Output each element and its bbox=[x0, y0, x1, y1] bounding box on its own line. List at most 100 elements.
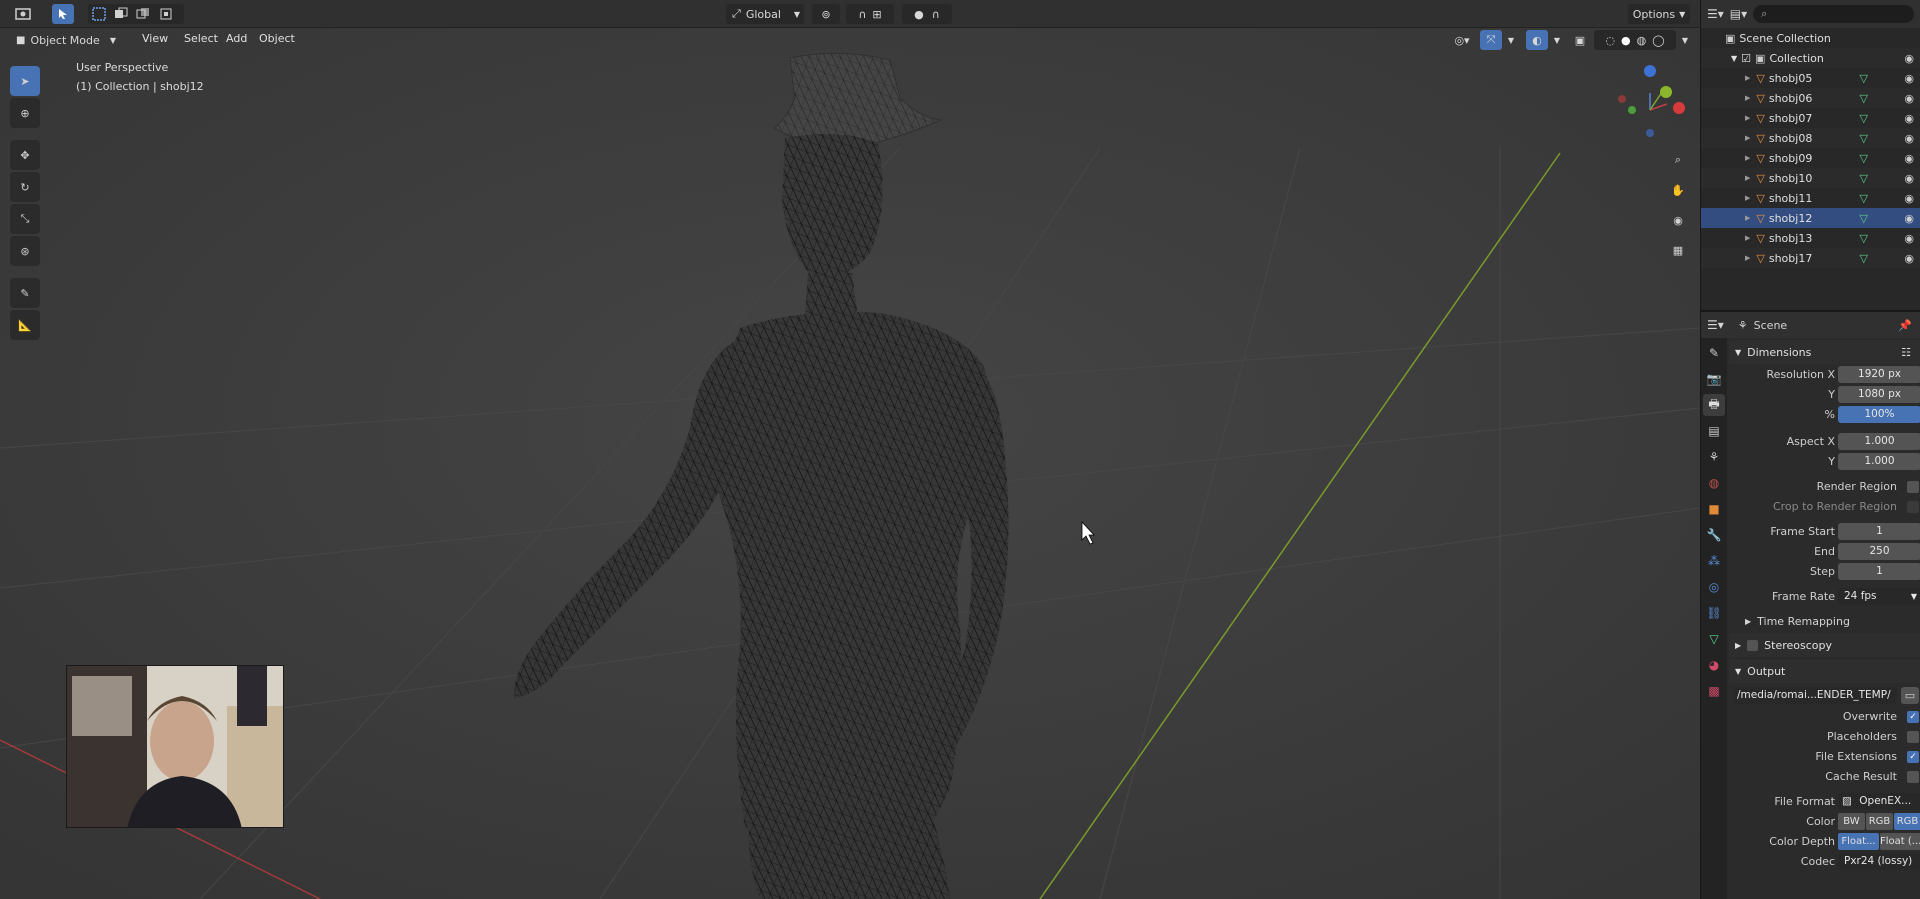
eye-icon[interactable]: ◉ bbox=[1904, 192, 1914, 205]
menu-view[interactable]: View bbox=[138, 30, 172, 48]
resolution-y-field[interactable]: 1080 px bbox=[1838, 386, 1920, 403]
color-depth-full-option[interactable]: Float (... bbox=[1880, 833, 1920, 850]
outliner-object-row[interactable]: ▶ ▽ shobj07 ▽ ◉ bbox=[1701, 108, 1920, 128]
folder-icon[interactable]: ▭ bbox=[1901, 686, 1919, 704]
expand-arrow-icon[interactable]: ▶ bbox=[1745, 254, 1750, 262]
menu-add[interactable]: Add bbox=[222, 30, 251, 48]
checkbox-icon[interactable]: ☑ bbox=[1741, 52, 1751, 65]
snapping-group[interactable]: ∩ ⊞ bbox=[846, 4, 894, 24]
mesh-data-icon[interactable]: ▽ bbox=[1860, 72, 1868, 85]
expand-arrow-icon[interactable]: ▶ bbox=[1745, 234, 1750, 242]
outliner-object-row[interactable]: ▶ ▽ shobj06 ▽ ◉ bbox=[1701, 88, 1920, 108]
world-tab-icon[interactable]: ◍ bbox=[1703, 472, 1725, 494]
expand-arrow-icon[interactable]: ▶ bbox=[1745, 134, 1750, 142]
z-axis-icon[interactable] bbox=[1644, 65, 1656, 77]
outliner-scene-collection[interactable]: ▣ Scene Collection bbox=[1701, 28, 1920, 48]
view-layer-tab-icon[interactable]: ▤ bbox=[1703, 420, 1725, 442]
collapse-arrow-icon[interactable]: ▼ bbox=[1731, 54, 1737, 63]
eye-icon[interactable]: ◉ bbox=[1904, 172, 1914, 185]
expand-arrow-icon[interactable]: ▶ bbox=[1745, 174, 1750, 182]
outliner-editor-icon[interactable]: ☰▾ bbox=[1707, 7, 1724, 21]
measure-tool[interactable]: 📐 bbox=[10, 310, 40, 340]
xray-toggle[interactable]: ▣ bbox=[1570, 30, 1590, 50]
rotate-tool[interactable]: ↻ bbox=[10, 172, 40, 202]
resolution-percent-field[interactable]: 100% bbox=[1838, 406, 1920, 423]
select-mode-group[interactable] bbox=[88, 4, 184, 24]
transform-orientation-dropdown[interactable]: ⤢ Global ▼ bbox=[726, 4, 804, 24]
outliner-object-row[interactable]: ▶ ▽ shobj09 ▽ ◉ bbox=[1701, 148, 1920, 168]
physics-tab-icon[interactable]: ◎ bbox=[1703, 576, 1725, 598]
frame-rate-dropdown[interactable]: 24 fps ▼ bbox=[1838, 588, 1920, 605]
eye-icon[interactable]: ◉ bbox=[1904, 212, 1914, 225]
scale-tool[interactable]: ⤡ bbox=[10, 204, 40, 234]
dimensions-panel-header[interactable]: ▼ Dimensions ☷ bbox=[1729, 340, 1920, 364]
outliner-object-row[interactable]: ▶ ▽ shobj05 ▽ ◉ bbox=[1701, 68, 1920, 88]
aspect-x-field[interactable]: 1.000 bbox=[1838, 433, 1920, 450]
annotate-tool[interactable]: ✎ bbox=[10, 278, 40, 308]
expand-arrow-icon[interactable]: ▶ bbox=[1745, 214, 1750, 222]
move-tool[interactable]: ✥ bbox=[10, 140, 40, 170]
eye-icon[interactable]: ◉ bbox=[1904, 232, 1914, 245]
mesh-data-icon[interactable]: ▽ bbox=[1860, 132, 1868, 145]
eye-icon[interactable]: ◉ bbox=[1904, 112, 1914, 125]
outliner-object-row[interactable]: ▶ ▽ shobj13 ▽ ◉ bbox=[1701, 228, 1920, 248]
shading-dropdown[interactable]: ▼ bbox=[1676, 30, 1694, 50]
y-axis-icon[interactable] bbox=[1660, 86, 1672, 98]
expand-arrow-icon[interactable]: ▶ bbox=[1745, 94, 1750, 102]
outliner-collection[interactable]: ▼ ☑ ▣ Collection ◉ bbox=[1701, 48, 1920, 68]
toggle-ortho-button[interactable]: ▦ bbox=[1664, 236, 1692, 264]
expand-arrow-icon[interactable]: ▶ bbox=[1745, 154, 1750, 162]
transform-tool[interactable]: ⊛ bbox=[10, 236, 40, 266]
object-tab-icon[interactable]: ■ bbox=[1703, 498, 1725, 520]
presets-icon[interactable]: ☷ bbox=[1901, 346, 1911, 359]
gizmo-toggle[interactable]: ⤧ bbox=[1480, 30, 1502, 50]
data-tab-icon[interactable]: ▽ bbox=[1703, 628, 1725, 650]
output-panel-header[interactable]: ▼ Output bbox=[1729, 659, 1920, 683]
cache-result-checkbox[interactable] bbox=[1907, 770, 1919, 783]
output-path-field[interactable]: /media/romai...ENDER_TEMP/ bbox=[1733, 686, 1897, 704]
mesh-data-icon[interactable]: ▽ bbox=[1860, 192, 1868, 205]
mesh-data-icon[interactable]: ▽ bbox=[1860, 232, 1868, 245]
mesh-data-icon[interactable]: ▽ bbox=[1860, 212, 1868, 225]
outliner-object-row[interactable]: ▶ ▽ shobj17 ▽ ◉ bbox=[1701, 248, 1920, 268]
camera-view-button[interactable]: ◉ bbox=[1664, 206, 1692, 234]
options-dropdown[interactable]: Options ▼ bbox=[1628, 4, 1690, 24]
stereoscopy-panel-header[interactable]: ▶ Stereoscopy bbox=[1729, 633, 1920, 657]
properties-editor-icon[interactable]: ☰▾ bbox=[1707, 318, 1724, 332]
modifier-tab-icon[interactable]: 🔧 bbox=[1703, 524, 1725, 546]
color-rgba-option[interactable]: RGB bbox=[1894, 813, 1920, 830]
expand-arrow-icon[interactable]: ▶ bbox=[1745, 194, 1750, 202]
outliner-object-row[interactable]: ▶ ▽ shobj10 ▽ ◉ bbox=[1701, 168, 1920, 188]
frame-step-field[interactable]: 1 bbox=[1838, 563, 1920, 580]
expand-arrow-icon[interactable]: ▶ bbox=[1745, 114, 1750, 122]
outliner-object-row[interactable]: ▶ ▽ shobj11 ▽ ◉ bbox=[1701, 188, 1920, 208]
shading-mode-group[interactable]: ◌ ● ◍ ◯ bbox=[1594, 30, 1676, 50]
object-mode-dropdown[interactable]: ■ Object Mode ▼ bbox=[12, 30, 116, 50]
particles-tab-icon[interactable]: ⁂ bbox=[1703, 550, 1725, 572]
texture-tab-icon[interactable]: ▩ bbox=[1703, 680, 1725, 702]
crop-region-checkbox[interactable] bbox=[1907, 500, 1919, 513]
menu-object[interactable]: Object bbox=[255, 30, 299, 48]
zoom-button[interactable]: ⌕ bbox=[1664, 146, 1692, 174]
mesh-data-icon[interactable]: ▽ bbox=[1860, 112, 1868, 125]
eye-icon[interactable]: ◉ bbox=[1904, 92, 1914, 105]
constraints-tab-icon[interactable]: ⛓ bbox=[1703, 602, 1725, 624]
eye-icon[interactable]: ◉ bbox=[1904, 152, 1914, 165]
x-axis-icon[interactable] bbox=[1673, 102, 1685, 114]
resolution-x-field[interactable]: 1920 px bbox=[1838, 366, 1920, 383]
material-tab-icon[interactable]: ◕ bbox=[1703, 654, 1725, 676]
file-extensions-checkbox[interactable]: ✓ bbox=[1907, 750, 1919, 763]
overlay-toggle[interactable]: ◐ bbox=[1526, 30, 1548, 50]
mesh-data-icon[interactable]: ▽ bbox=[1860, 172, 1868, 185]
output-tab-icon[interactable]: 🖶 bbox=[1703, 394, 1725, 416]
menu-select[interactable]: Select bbox=[180, 30, 222, 48]
color-depth-half-option[interactable]: Float... bbox=[1838, 833, 1879, 850]
pivot-point-button[interactable]: ⊚ bbox=[812, 4, 840, 24]
mesh-data-icon[interactable]: ▽ bbox=[1860, 92, 1868, 105]
eye-icon[interactable]: ◉ bbox=[1904, 52, 1914, 65]
expand-arrow-icon[interactable]: ▶ bbox=[1745, 74, 1750, 82]
frame-start-field[interactable]: 1 bbox=[1838, 523, 1920, 540]
frame-end-field[interactable]: 250 bbox=[1838, 543, 1920, 560]
time-remapping-subpanel[interactable]: ▶ Time Remapping bbox=[1729, 612, 1920, 631]
color-rgb-option[interactable]: RGB bbox=[1866, 813, 1893, 830]
